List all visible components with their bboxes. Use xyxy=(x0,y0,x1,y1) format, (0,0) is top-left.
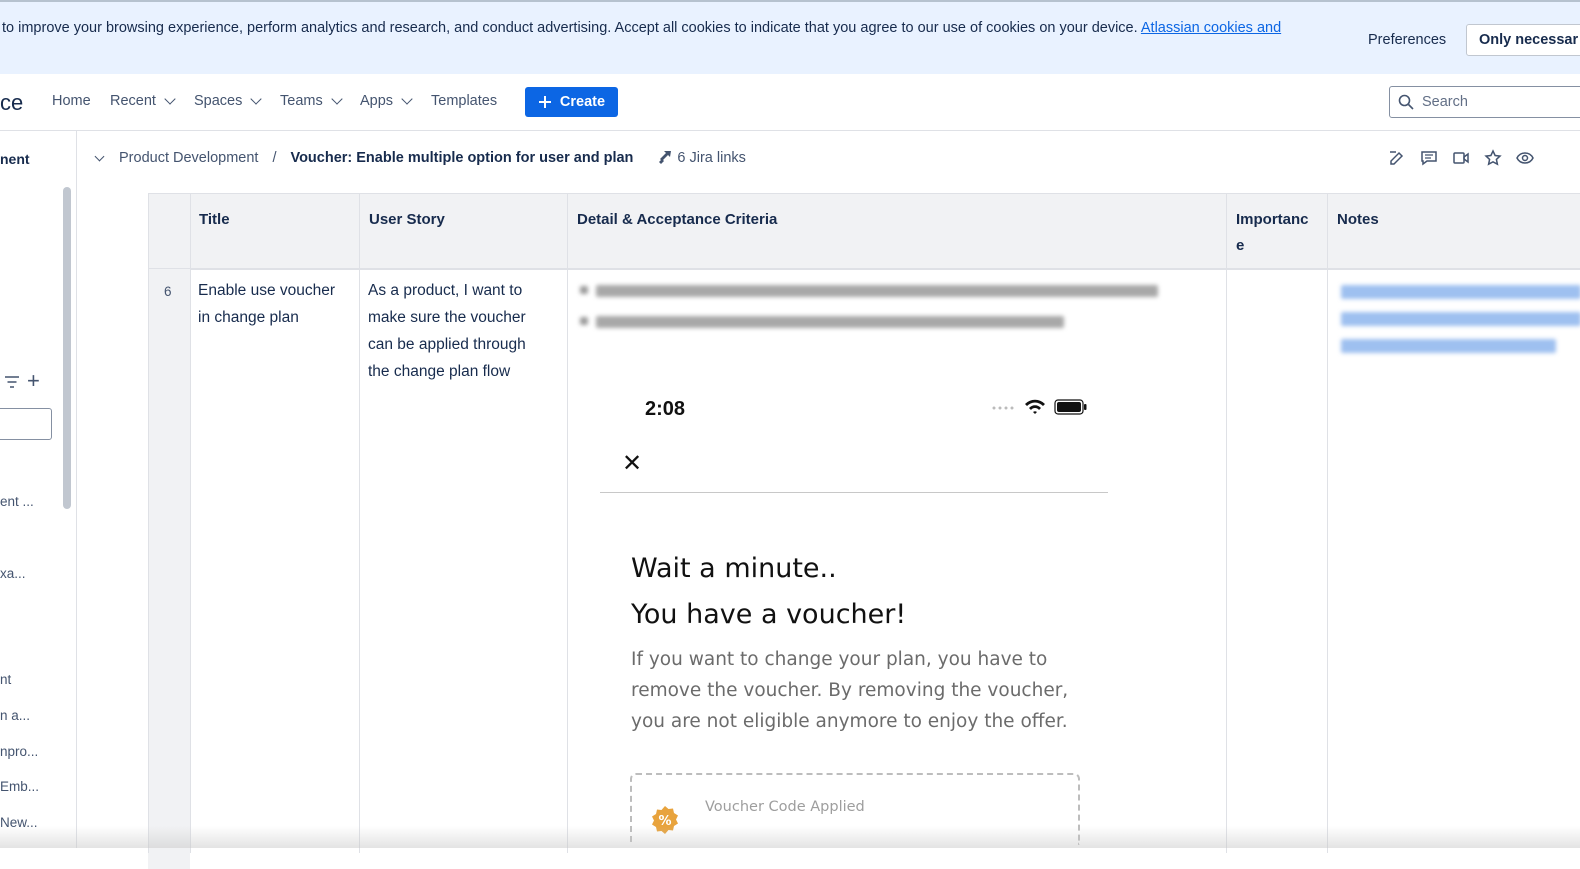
nav-home[interactable]: Home xyxy=(52,93,91,109)
nav-templates-label: Templates xyxy=(431,93,498,109)
row-number-column xyxy=(148,269,190,869)
chevron-down-icon[interactable] xyxy=(94,151,105,161)
voucher-heading: Wait a minute.. You have a voucher! xyxy=(631,546,906,638)
sidebar-item[interactable]: npro... xyxy=(0,744,38,759)
sidebar: nent + ent ... xa... nt n a... npro... E… xyxy=(0,131,77,848)
blurred-notes-line xyxy=(1341,339,1556,353)
nav-spaces-label: Spaces xyxy=(194,93,243,109)
bottom-shadow xyxy=(0,826,1580,848)
blurred-notes-line xyxy=(1341,285,1580,299)
nav-teams[interactable]: Teams xyxy=(280,92,343,109)
blurred-notes-line xyxy=(1341,312,1580,326)
sidebar-item[interactable]: nt xyxy=(0,672,11,687)
header-title[interactable]: Title xyxy=(199,207,230,233)
voucher-heading-line2: You have a voucher! xyxy=(631,599,907,630)
chevron-down-icon xyxy=(250,92,263,105)
video-icon[interactable] xyxy=(1452,149,1470,167)
phone-status-bar xyxy=(992,399,1088,415)
nav-templates[interactable]: Templates xyxy=(431,93,497,109)
nav-home-label: Home xyxy=(52,93,91,109)
cookie-banner-text: to improve your browsing experience, per… xyxy=(2,20,1281,36)
sidebar-search-input[interactable] xyxy=(0,408,52,440)
header-notes[interactable]: Notes xyxy=(1337,207,1379,233)
cell-user-story[interactable]: As a product, I want to make sure the vo… xyxy=(368,277,548,385)
voucher-heading-line1: Wait a minute.. xyxy=(631,553,837,584)
nav-recent[interactable]: Recent xyxy=(110,92,176,109)
sidebar-space-title[interactable]: nent xyxy=(0,151,30,167)
chevron-down-icon xyxy=(331,92,343,105)
header-detail-criteria[interactable]: Detail & Acceptance Criteria xyxy=(577,207,777,233)
header-importance[interactable]: Importanc e xyxy=(1236,207,1320,259)
blurred-criteria-line xyxy=(596,316,1064,328)
search-input[interactable]: Search xyxy=(1389,86,1580,118)
nav-teams-label: Teams xyxy=(280,93,323,109)
edit-icon[interactable] xyxy=(1388,149,1406,167)
breadcrumb-current[interactable]: Voucher: Enable multiple option for user… xyxy=(290,150,633,166)
voucher-body-text: If you want to change your plan, you hav… xyxy=(631,649,1069,732)
jira-icon xyxy=(659,151,672,164)
voucher-mockup-image[interactable]: 2:08 ✕ Wait a minute.. You have a vouche… xyxy=(600,368,1120,868)
breadcrumb-separator: / xyxy=(272,150,277,166)
preferences-button[interactable]: Preferences xyxy=(1356,24,1458,56)
jira-links-label: 6 Jira links xyxy=(677,150,746,166)
requirements-table: Title User Story Detail & Acceptance Cri… xyxy=(148,193,1580,869)
sidebar-item[interactable]: n a... xyxy=(0,708,30,723)
search-placeholder: Search xyxy=(1422,94,1468,110)
create-button[interactable]: Create xyxy=(525,87,618,117)
breadcrumb-parent[interactable]: Product Development xyxy=(119,150,258,166)
filter-icon[interactable] xyxy=(4,375,20,389)
wifi-icon xyxy=(1025,399,1045,414)
search-icon xyxy=(1398,94,1414,110)
product-logo[interactable]: ce xyxy=(0,90,23,116)
only-necessary-button[interactable]: Only necessar xyxy=(1466,24,1580,56)
cookie-message: to improve your browsing experience, per… xyxy=(2,20,1138,36)
nav-apps-label: Apps xyxy=(360,93,394,109)
page-actions xyxy=(1388,149,1534,167)
sidebar-item[interactable]: xa... xyxy=(0,566,26,581)
chevron-down-icon xyxy=(401,92,413,105)
bullet xyxy=(580,317,588,325)
top-navigation: ce Home Recent Spaces Teams Apps Templat… xyxy=(0,74,1580,131)
sidebar-item[interactable]: Emb... xyxy=(0,779,39,794)
close-icon: ✕ xyxy=(622,450,643,477)
sidebar-scrollbar[interactable] xyxy=(63,187,71,509)
plus-icon xyxy=(538,96,551,108)
bullet xyxy=(580,286,588,294)
add-content-button[interactable]: + xyxy=(27,370,40,392)
cookie-banner: to improve your browsing experience, per… xyxy=(0,0,1580,75)
phone-time: 2:08 xyxy=(645,398,686,420)
battery-icon xyxy=(1054,399,1087,415)
create-button-label: Create xyxy=(559,94,606,110)
comment-icon[interactable] xyxy=(1420,149,1438,167)
breadcrumb: Product Development / Voucher: Enable mu… xyxy=(94,150,746,166)
cell-title[interactable]: Enable use voucher in change plan xyxy=(198,277,348,331)
voucher-code-label: Voucher Code Applied xyxy=(705,799,865,815)
nav-spaces[interactable]: Spaces xyxy=(194,92,263,109)
blurred-criteria-line xyxy=(596,285,1158,297)
signal-icon xyxy=(992,406,1014,410)
header-user-story[interactable]: User Story xyxy=(369,207,445,233)
row-number: 6 xyxy=(164,284,172,299)
jira-links[interactable]: 6 Jira links xyxy=(657,150,746,166)
cookie-policy-link[interactable]: Atlassian cookies and xyxy=(1141,20,1281,36)
divider xyxy=(600,492,1108,493)
watch-icon[interactable] xyxy=(1516,149,1534,167)
sidebar-item[interactable]: ent ... xyxy=(0,494,34,509)
star-icon[interactable] xyxy=(1484,149,1502,167)
chevron-down-icon xyxy=(164,92,176,105)
nav-recent-label: Recent xyxy=(110,93,156,109)
nav-apps[interactable]: Apps xyxy=(360,92,413,109)
